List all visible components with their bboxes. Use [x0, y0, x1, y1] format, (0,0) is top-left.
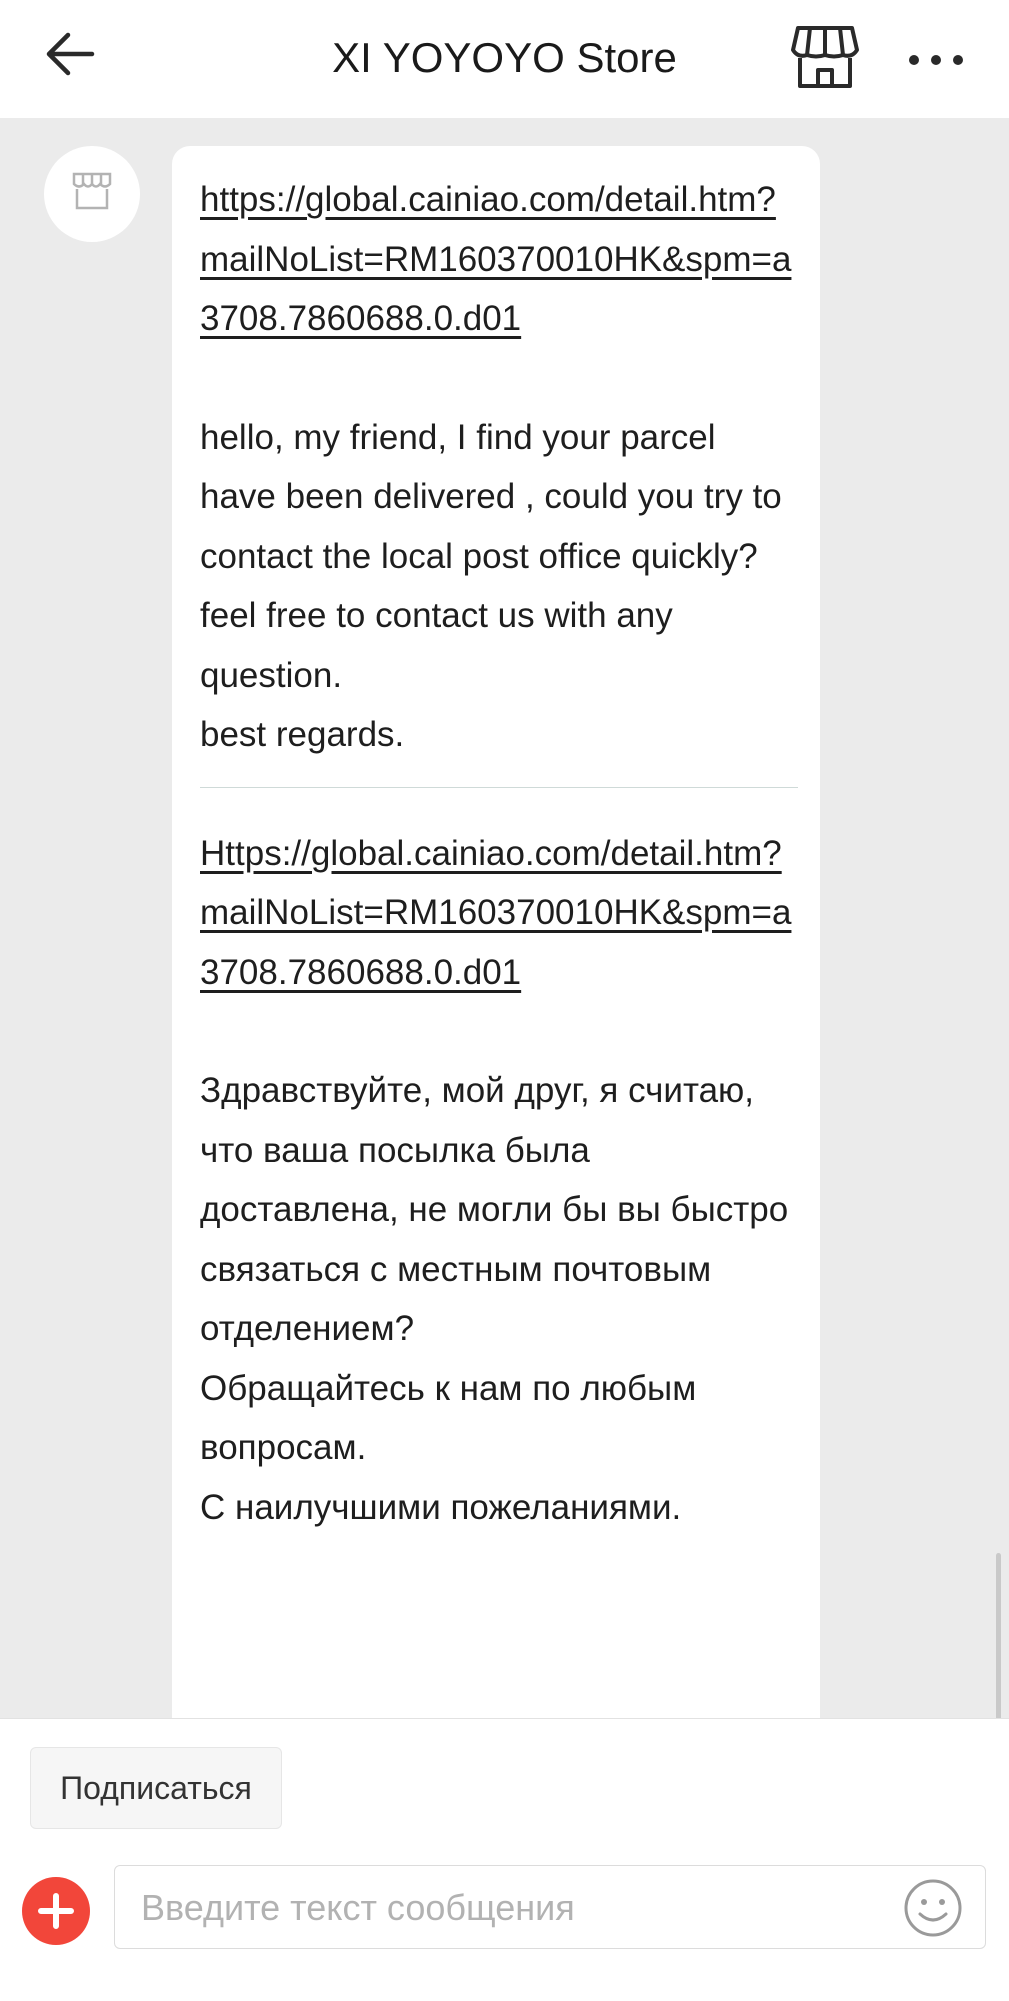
message-input-box	[114, 1865, 986, 1950]
store-button[interactable]	[790, 24, 864, 94]
more-icon	[909, 55, 963, 65]
smiley-icon	[904, 1879, 962, 1937]
scrollbar[interactable]	[996, 1553, 1001, 1718]
subscribe-button[interactable]: Подписаться	[30, 1747, 282, 1829]
store-avatar[interactable]	[44, 146, 140, 242]
add-attachment-button[interactable]	[22, 1877, 90, 1945]
more-options-button[interactable]	[906, 38, 966, 82]
plus-icon	[38, 1893, 74, 1929]
tracking-link-translated[interactable]: Https://global.cainiao.com/detail.htm?ma…	[200, 824, 794, 1003]
store-icon	[791, 26, 859, 88]
top-bar: XI YOYOYO Store	[0, 0, 1009, 119]
chat-area[interactable]: https://global.cainiao.com/detail.htm?ma…	[0, 118, 1009, 1718]
emoji-button[interactable]	[901, 1876, 965, 1940]
tracking-link[interactable]: https://global.cainiao.com/detail.htm?ma…	[200, 170, 794, 349]
back-button[interactable]	[42, 26, 112, 96]
message-text-russian: Здравствуйте, мой друг, я считаю, что ва…	[200, 1071, 789, 1527]
store-icon	[72, 172, 112, 210]
message-input[interactable]	[139, 1866, 903, 1950]
message-bubble: https://global.cainiao.com/detail.htm?ma…	[172, 146, 820, 1718]
back-arrow-icon	[46, 32, 95, 76]
translation-divider	[200, 786, 798, 788]
composer-panel: Подписаться	[0, 1718, 1009, 2001]
message-text-english: hello, my friend, I find your parcel hav…	[200, 417, 782, 755]
